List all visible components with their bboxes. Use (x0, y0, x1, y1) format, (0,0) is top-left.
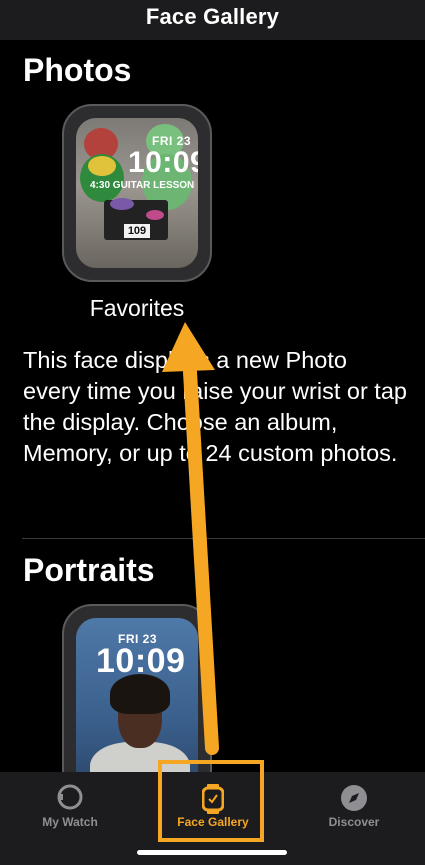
favorites-photo: 109 FRI 23 10:09 4:30 GUITAR LESSON (76, 118, 198, 268)
section-title-photos: Photos (23, 52, 132, 88)
tab-discover[interactable]: Discover (294, 772, 414, 865)
box-number-label: 109 (124, 224, 150, 238)
highlight-box (158, 760, 264, 842)
tab-my-watch[interactable]: My Watch (10, 772, 130, 865)
watch-outline-icon (57, 784, 83, 815)
page-title: Face Gallery (145, 4, 280, 29)
tab-label-discover: Discover (328, 815, 380, 829)
section-divider (22, 538, 425, 539)
favorites-face-preview[interactable]: 109 FRI 23 10:09 4:30 GUITAR LESSON (62, 104, 212, 282)
face-name-favorites[interactable]: Favorites (0, 295, 274, 322)
compass-icon (340, 784, 368, 817)
watch-time: 10:09 (128, 146, 198, 179)
section-title-portraits: Portraits (23, 552, 155, 588)
portrait-watch-time: 10:09 (96, 642, 186, 680)
tab-label-my-watch: My Watch (42, 815, 98, 829)
navigation-bar: Face Gallery (0, 0, 425, 40)
watch-event: 4:30 GUITAR LESSON (90, 180, 195, 191)
home-indicator (137, 850, 287, 855)
face-description: This face displays a new Photo every tim… (23, 347, 407, 466)
